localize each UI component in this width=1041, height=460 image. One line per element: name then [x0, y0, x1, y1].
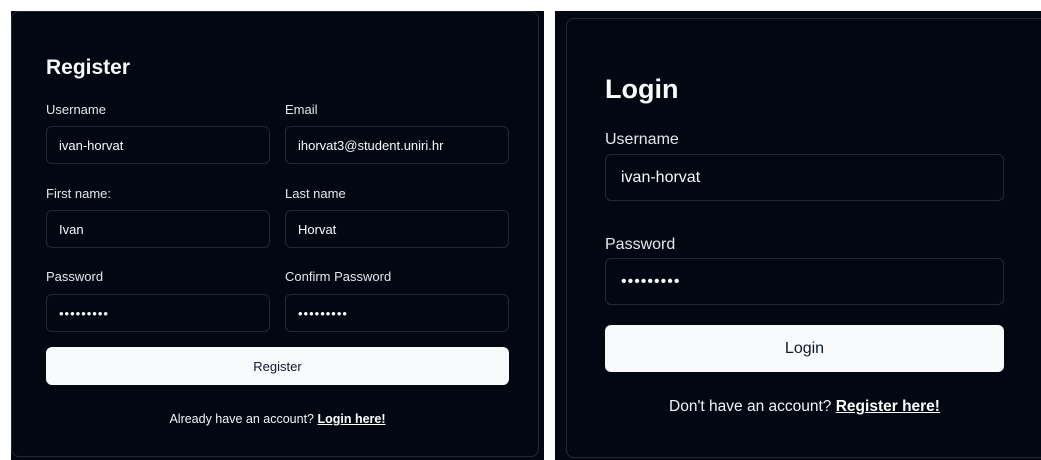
- login-username-input[interactable]: ivan-horvat: [605, 154, 1004, 201]
- first-name-label: First name:: [46, 186, 112, 201]
- email-input-value: ihorvat3@student.uniri.hr: [298, 137, 444, 153]
- login-password-input[interactable]: •••••••••: [605, 258, 1004, 305]
- register-title: Register: [46, 56, 131, 79]
- last-name-input[interactable]: Horvat: [285, 210, 509, 248]
- register-footer: Already have an account? Login here!: [46, 412, 509, 426]
- email-label: Email: [285, 102, 318, 117]
- login-username-input-value: ivan-horvat: [621, 168, 701, 186]
- screen: Register Username ivan-horvat Email ihor…: [0, 0, 1041, 460]
- login-password-input-value: •••••••••: [621, 272, 681, 290]
- login-button[interactable]: Login: [605, 325, 1004, 372]
- login-panel: Login Username ivan-horvat Password ••••…: [555, 11, 1041, 460]
- confirm-password-label: Confirm Password: [285, 269, 392, 284]
- login-title: Login: [605, 74, 679, 104]
- confirm-password-input[interactable]: •••••••••: [285, 294, 509, 332]
- login-footer: Don't have an account? Register here!: [605, 398, 1004, 416]
- register-button[interactable]: Register: [46, 347, 509, 385]
- login-password-label: Password: [605, 236, 676, 253]
- register-here-link[interactable]: Register here!: [836, 398, 940, 415]
- first-name-input-value: Ivan: [59, 221, 84, 237]
- username-label: Username: [46, 102, 106, 117]
- password-input-value: •••••••••: [59, 305, 109, 321]
- register-footer-text: Already have an account?: [169, 412, 314, 426]
- first-name-input[interactable]: Ivan: [46, 210, 270, 248]
- last-name-input-value: Horvat: [298, 221, 337, 237]
- register-panel: Register Username ivan-horvat Email ihor…: [11, 11, 544, 460]
- username-input[interactable]: ivan-horvat: [46, 126, 270, 164]
- login-username-label: Username: [605, 131, 679, 148]
- login-card: Login Username ivan-horvat Password ••••…: [566, 18, 1041, 458]
- password-label: Password: [46, 269, 104, 284]
- login-footer-text: Don't have an account?: [669, 398, 832, 415]
- password-input[interactable]: •••••••••: [46, 294, 270, 332]
- login-here-link[interactable]: Login here!: [317, 412, 385, 426]
- username-input-value: ivan-horvat: [59, 137, 124, 153]
- register-card: Register Username ivan-horvat Email ihor…: [11, 11, 539, 457]
- email-input[interactable]: ihorvat3@student.uniri.hr: [285, 126, 509, 164]
- last-name-label: Last name: [285, 186, 346, 201]
- confirm-password-input-value: •••••••••: [298, 305, 348, 321]
